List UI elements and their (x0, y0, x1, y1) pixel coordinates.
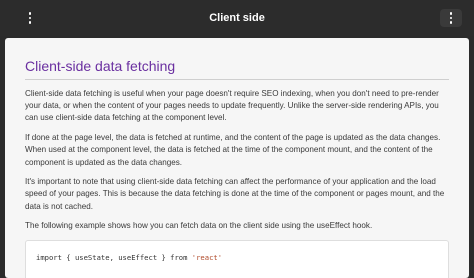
page-title: Client side (209, 12, 265, 24)
code-block: import { useState, useEffect } from 'rea… (25, 240, 449, 278)
vertical-dots-icon (449, 12, 453, 24)
article-paragraph: The following example shows how you can … (25, 221, 373, 231)
vertical-dots-icon (28, 12, 32, 24)
article-heading: Client-side data fetching (25, 58, 449, 80)
code-text: import { useState, useEffect } from (36, 253, 192, 263)
article-card: Client-side data fetching Client-side da… (5, 38, 469, 278)
article-paragraph: It's important to note that using client… (25, 177, 445, 211)
top-bar: Client side (0, 0, 474, 36)
left-menu-button[interactable] (19, 9, 41, 27)
code-string: 'react' (191, 253, 223, 263)
article-paragraph: Client-side data fetching is useful when… (25, 89, 439, 123)
right-menu-button[interactable] (440, 9, 462, 27)
article-paragraph: If done at the page level, the data is f… (25, 133, 441, 167)
